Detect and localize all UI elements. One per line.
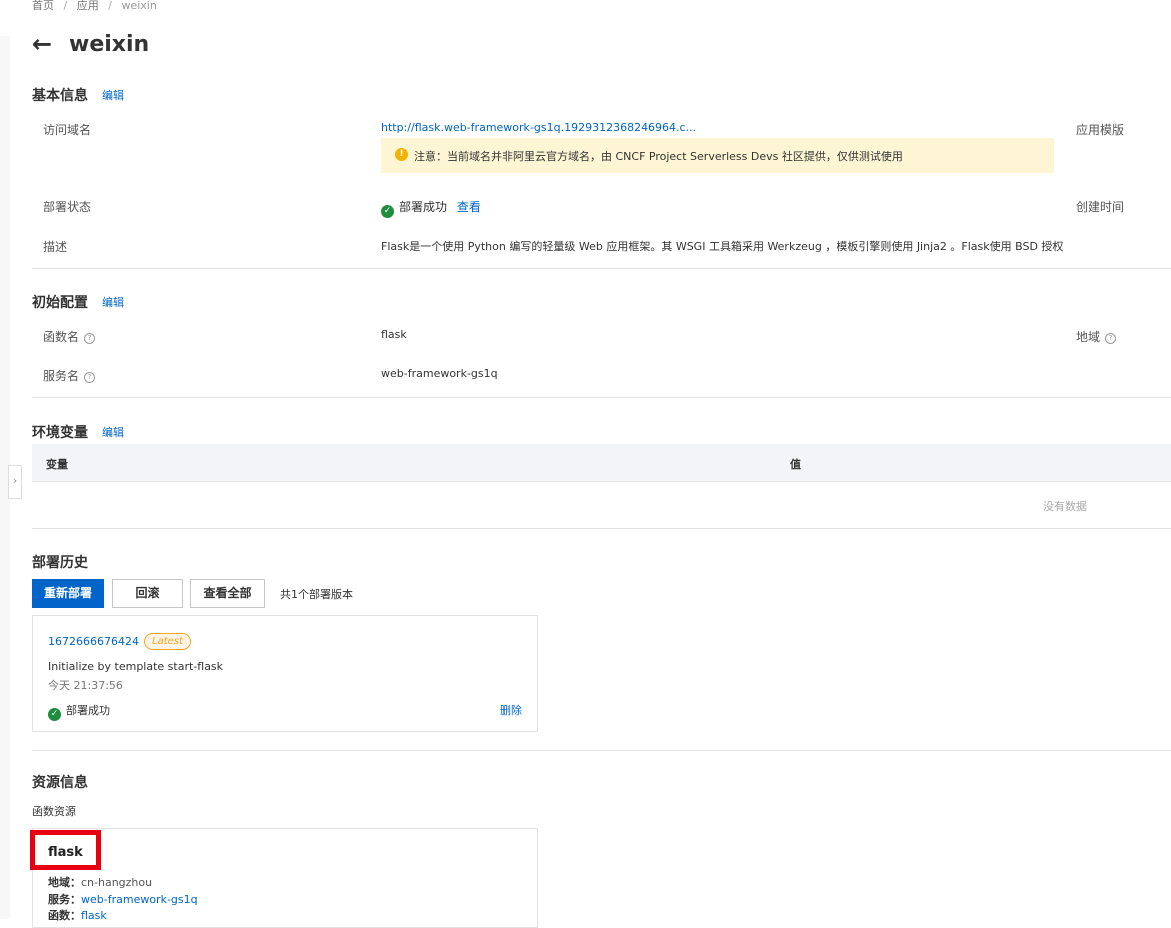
resource-service: 服务：web-framework-gs1q [48, 891, 198, 907]
resource-function: 函数：flask [48, 907, 107, 923]
description-label: 描述 [43, 240, 68, 254]
basic-info-title: 基本信息 [32, 88, 88, 104]
resource-service-label: 服务： [48, 893, 81, 906]
region-label-text: 地域 [1076, 330, 1101, 344]
help-icon[interactable]: ? [84, 333, 96, 344]
check-circle-icon: ✓ [48, 708, 61, 721]
notice-text: 注意：当前域名并非阿里云官方域名，由 CNCF Project Serverle… [414, 150, 903, 163]
breadcrumb-home[interactable]: 首页 [32, 0, 54, 12]
function-name-label: 函数名? [43, 328, 96, 345]
deploy-status: ✓ 部署成功 查看 [381, 198, 481, 218]
breadcrumb-current: weixin [121, 0, 157, 12]
service-name-label-text: 服务名 [43, 369, 80, 383]
help-icon[interactable]: ? [1105, 333, 1117, 344]
env-column-variable: 变量 [46, 458, 68, 471]
divider [32, 268, 1171, 269]
deploy-version-card: 1672666676424 Latest Initialize by templ… [32, 615, 538, 732]
view-status-link[interactable]: 查看 [457, 200, 481, 214]
divider [32, 397, 1171, 398]
resource-function-link[interactable]: flask [81, 909, 107, 922]
domain-link[interactable]: http://flask.web-framework-gs1q.19293123… [381, 121, 696, 134]
basic-info-edit-link[interactable]: 编辑 [102, 87, 124, 103]
domain-notice: ! 注意：当前域名并非阿里云官方域名，由 CNCF Project Server… [381, 138, 1054, 173]
description-text: Flask是一个使用 Python 编写的轻量级 Web 应用框架。其 WSGI… [381, 240, 1064, 253]
breadcrumb-apps[interactable]: 应用 [77, 0, 99, 12]
deploy-status-label: 部署状态 [43, 200, 92, 214]
resources-title: 资源信息 [32, 775, 88, 791]
help-icon[interactable]: ? [84, 372, 96, 383]
deploy-version-id[interactable]: 1672666676424 [48, 635, 139, 648]
env-table-header: 变量 值 [32, 444, 1171, 482]
resource-region-label: 地域： [48, 876, 81, 889]
resources-subtitle: 函数资源 [32, 805, 76, 818]
delete-version-link[interactable]: 删除 [500, 702, 522, 718]
resource-region-value: cn-hangzhou [81, 876, 153, 889]
resource-function-label: 函数： [48, 909, 81, 922]
redeploy-button[interactable]: 重新部署 [32, 579, 104, 608]
deploy-item-status-text: 部署成功 [66, 704, 110, 717]
rollback-button[interactable]: 回滚 [112, 579, 183, 608]
deploy-count-text: 共1个部署版本 [280, 588, 353, 601]
breadcrumb-separator: / [108, 0, 112, 12]
resource-service-link[interactable]: web-framework-gs1q [81, 893, 198, 906]
deploy-history-title: 部署历史 [32, 555, 88, 571]
env-empty-text: 没有数据 [1043, 500, 1087, 513]
latest-badge: Latest [144, 633, 191, 650]
initial-config-edit-link[interactable]: 编辑 [102, 294, 124, 310]
domain-label: 访问域名 [43, 123, 92, 137]
check-circle-icon: ✓ [381, 205, 394, 218]
template-label: 应用模版 [1076, 123, 1125, 137]
function-name-label-text: 函数名 [43, 330, 80, 344]
deploy-status-text: 部署成功 [399, 200, 448, 214]
deploy-time: 今天 21:37:56 [48, 679, 123, 692]
env-title: 环境变量 [32, 425, 88, 441]
page-title: weixin [69, 32, 150, 57]
service-name-value: web-framework-gs1q [381, 367, 498, 380]
back-arrow-icon[interactable]: ← [32, 30, 52, 58]
warning-icon: ! [395, 148, 408, 161]
initial-config-title: 初始配置 [32, 295, 88, 311]
created-time-label: 创建时间 [1076, 200, 1125, 214]
function-name-value: flask [381, 328, 407, 341]
divider [32, 528, 1171, 529]
region-label: 地域? [1076, 328, 1117, 345]
resource-region: 地域：cn-hangzhou [48, 874, 152, 890]
function-resource-name[interactable]: flask [48, 845, 83, 860]
service-name-label: 服务名? [43, 367, 96, 384]
env-column-value: 值 [790, 458, 801, 471]
env-edit-link[interactable]: 编辑 [102, 424, 124, 440]
sidebar-toggle-button[interactable]: › [8, 465, 22, 499]
divider [32, 750, 1171, 751]
deploy-item-status: ✓ 部署成功 [48, 702, 110, 721]
sidebar-toggle-icon: › [12, 474, 18, 487]
breadcrumb-separator: / [63, 0, 68, 12]
view-all-button[interactable]: 查看全部 [190, 579, 265, 608]
deploy-message: Initialize by template start-flask [48, 660, 224, 673]
breadcrumb: 首页 / 应用 / weixin [32, 0, 157, 13]
